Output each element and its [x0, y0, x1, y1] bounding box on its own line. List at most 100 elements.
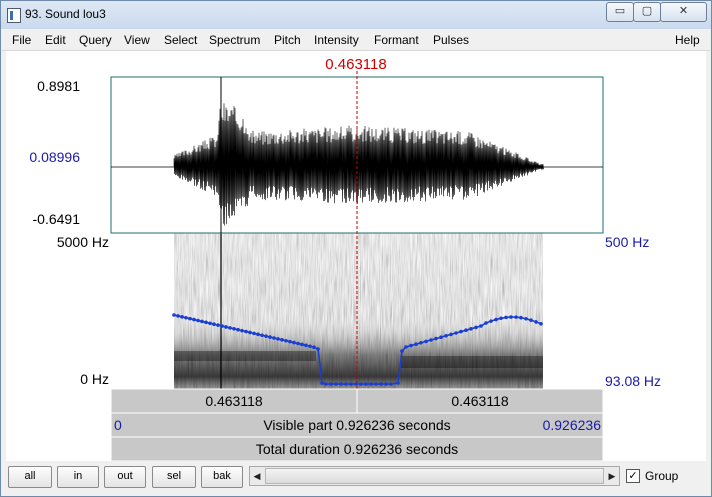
pitch-point: [292, 340, 296, 345]
pitch-point: [228, 326, 232, 330]
editor-canvas[interactable]: 0.463118 0.8981 0.08996 -0.6491 5000 Hz …: [6, 51, 706, 461]
menu-pulses[interactable]: Pulses: [433, 33, 469, 47]
pitch-point: [374, 382, 378, 386]
pitch-point: [184, 315, 188, 320]
spectrogram-formant-band: [174, 351, 316, 361]
pitch-point: [176, 314, 180, 318]
scroll-right-icon[interactable]: ▶: [605, 467, 619, 485]
waveform-panel[interactable]: [110, 76, 604, 234]
pitch-point: [304, 343, 308, 348]
close-button[interactable]: ✕: [660, 2, 707, 22]
pitch-point: [208, 321, 212, 326]
pitch-point: [439, 335, 443, 340]
right-segment-label: 0.463118: [451, 393, 509, 409]
menu-select[interactable]: Select: [164, 33, 197, 47]
pitch-point: [519, 315, 523, 320]
pitch-point: [212, 322, 216, 327]
zoom-all-button[interactable]: all: [8, 466, 52, 488]
pitch-point: [539, 322, 543, 326]
group-label: Group: [645, 469, 679, 483]
pitch-point: [256, 332, 260, 337]
pitch-point: [284, 338, 288, 343]
pitch-point: [464, 328, 468, 333]
pitch-point: [334, 382, 338, 386]
pitch-point: [524, 316, 528, 321]
pitch-point: [514, 315, 518, 319]
minimize-button[interactable]: ▭: [606, 2, 634, 22]
pitch-point: [300, 342, 304, 347]
pitch-point: [339, 382, 343, 386]
pitch-point: [424, 339, 428, 344]
pitch-point: [180, 315, 184, 319]
pitch-point: [196, 318, 200, 323]
pitch-point: [359, 382, 363, 386]
zoom-back-button[interactable]: bak: [201, 466, 243, 488]
pitch-point: [364, 382, 368, 386]
menu-query[interactable]: Query: [79, 33, 112, 47]
menu-bar: File Edit Query View Select Spectrum Pit…: [2, 30, 710, 51]
pitch-point: [320, 381, 324, 385]
menu-view[interactable]: View: [124, 33, 150, 47]
pitch-point: [268, 335, 272, 339]
pitch-point: [344, 382, 348, 386]
pitch-point: [396, 381, 400, 385]
bottom-toolbar: all in out sel bak ◀ ▶ ✓ Group: [2, 461, 710, 495]
pitch-point: [414, 342, 418, 347]
pitch-point: [459, 329, 463, 334]
minimize-icon: ▭: [614, 5, 626, 17]
group-checkbox[interactable]: ✓: [626, 469, 640, 483]
pitch-point: [349, 382, 353, 386]
pitch-point: [429, 338, 433, 342]
pitch-point: [224, 325, 228, 329]
zoom-in-button[interactable]: in: [57, 466, 99, 488]
scroll-left-icon[interactable]: ◀: [250, 467, 264, 485]
pitch-point: [504, 315, 508, 320]
pitch-point: [244, 329, 248, 334]
pitch-point: [479, 324, 483, 328]
pitch-point: [434, 336, 438, 341]
menu-spectrum[interactable]: Spectrum: [209, 33, 260, 47]
pitch-point: [484, 321, 488, 325]
pitch-point: [216, 323, 220, 327]
pitch-point: [444, 334, 448, 338]
maximize-button[interactable]: ▢: [633, 2, 661, 22]
pitch-point: [252, 331, 256, 336]
pitch-point: [204, 320, 208, 325]
maximize-icon: ▢: [641, 5, 653, 17]
pitch-point: [329, 382, 333, 386]
pitch-point: [419, 341, 423, 345]
menu-file[interactable]: File: [12, 33, 31, 47]
pitch-point: [308, 344, 312, 349]
time-scrollbar[interactable]: ◀ ▶: [249, 466, 620, 486]
pitch-point: [200, 319, 204, 324]
pitch-point: [280, 338, 284, 342]
visible-part-label: Visible part 0.926236 seconds: [263, 417, 451, 433]
close-icon: ✕: [678, 5, 689, 17]
menu-intensity[interactable]: Intensity: [314, 33, 359, 47]
pitch-point: [469, 327, 473, 331]
visible-end-label: 0.926236: [542, 417, 601, 433]
pitch-point: [534, 320, 538, 324]
pitch-point: [240, 328, 244, 333]
menu-edit[interactable]: Edit: [45, 33, 66, 47]
pitch-point: [509, 315, 513, 319]
total-duration-label: Total duration 0.926236 seconds: [255, 441, 459, 457]
menu-formant[interactable]: Formant: [374, 33, 419, 47]
pitch-point: [369, 382, 373, 386]
window-title: 93. Sound lou3: [25, 7, 106, 21]
pitch-point: [449, 332, 453, 337]
zoom-selection-button[interactable]: sel: [152, 466, 196, 488]
left-segment-label: 0.463118: [205, 393, 263, 409]
pitch-point: [172, 313, 176, 317]
pitch-point: [264, 334, 268, 338]
menu-help[interactable]: Help: [675, 33, 700, 47]
menu-pitch[interactable]: Pitch: [274, 33, 301, 47]
pitch-point: [400, 349, 404, 353]
pitch-point: [220, 324, 224, 328]
scroll-thumb[interactable]: [265, 468, 604, 484]
title-bar[interactable]: 93. Sound lou3 ▭ ▢ ✕: [1, 1, 711, 29]
zoom-out-button[interactable]: out: [104, 466, 146, 488]
pitch-point: [354, 382, 358, 386]
pitch-point: [248, 330, 252, 335]
pitch-point: [188, 316, 192, 321]
